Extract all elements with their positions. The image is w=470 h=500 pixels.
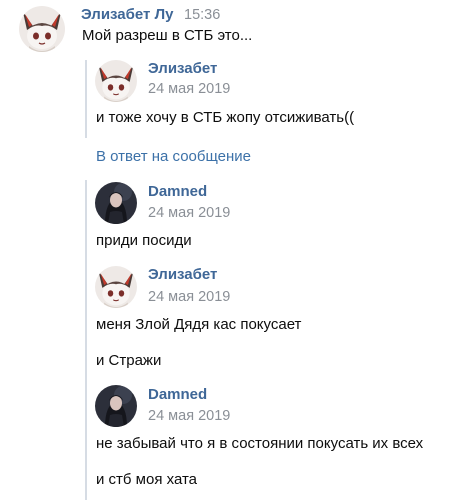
reply-text: не забывай что я в состоянии покусать их… xyxy=(96,435,424,452)
forwarded-author[interactable]: Элизабет xyxy=(148,60,217,78)
reply-author[interactable]: Damned xyxy=(148,386,207,404)
chat-message: Элизабет Лу 15:36 Мой разреш в СТБ это..… xyxy=(0,0,470,500)
reply-date[interactable]: 24 мая 2019 xyxy=(148,204,230,222)
message-text: Мой разреш в СТБ это... xyxy=(82,27,253,44)
reply-avatar-damned[interactable] xyxy=(95,385,137,427)
forwarded-avatar-elizabet[interactable] xyxy=(95,60,137,102)
reply-author[interactable]: Damned xyxy=(148,183,207,201)
reply-author[interactable]: Элизабет xyxy=(148,266,217,284)
reply-to-message-link[interactable]: В ответ на сообщение xyxy=(96,147,251,167)
forwarded-quote-bar xyxy=(85,60,87,138)
reply-text: меня Злой Дядя кас покусает xyxy=(96,316,302,333)
reply-date[interactable]: 24 мая 2019 xyxy=(148,288,230,306)
reply-avatar-elizabet[interactable] xyxy=(95,266,137,308)
reply-quote-bar xyxy=(85,180,87,500)
reply-text: и стб моя хата xyxy=(96,471,198,488)
reply-date[interactable]: 24 мая 2019 xyxy=(148,407,230,425)
author-avatar[interactable] xyxy=(19,6,65,52)
reply-text: приди посиди xyxy=(96,232,192,249)
reply-avatar-damned[interactable] xyxy=(95,182,137,224)
reply-text: и Стражи xyxy=(96,352,162,369)
author-name[interactable]: Элизабет Лу xyxy=(81,6,173,24)
forwarded-text: и тоже хочу в СТБ жопу отсиживать(( xyxy=(96,109,355,126)
message-time[interactable]: 15:36 xyxy=(184,6,220,24)
forwarded-date[interactable]: 24 мая 2019 xyxy=(148,80,230,98)
